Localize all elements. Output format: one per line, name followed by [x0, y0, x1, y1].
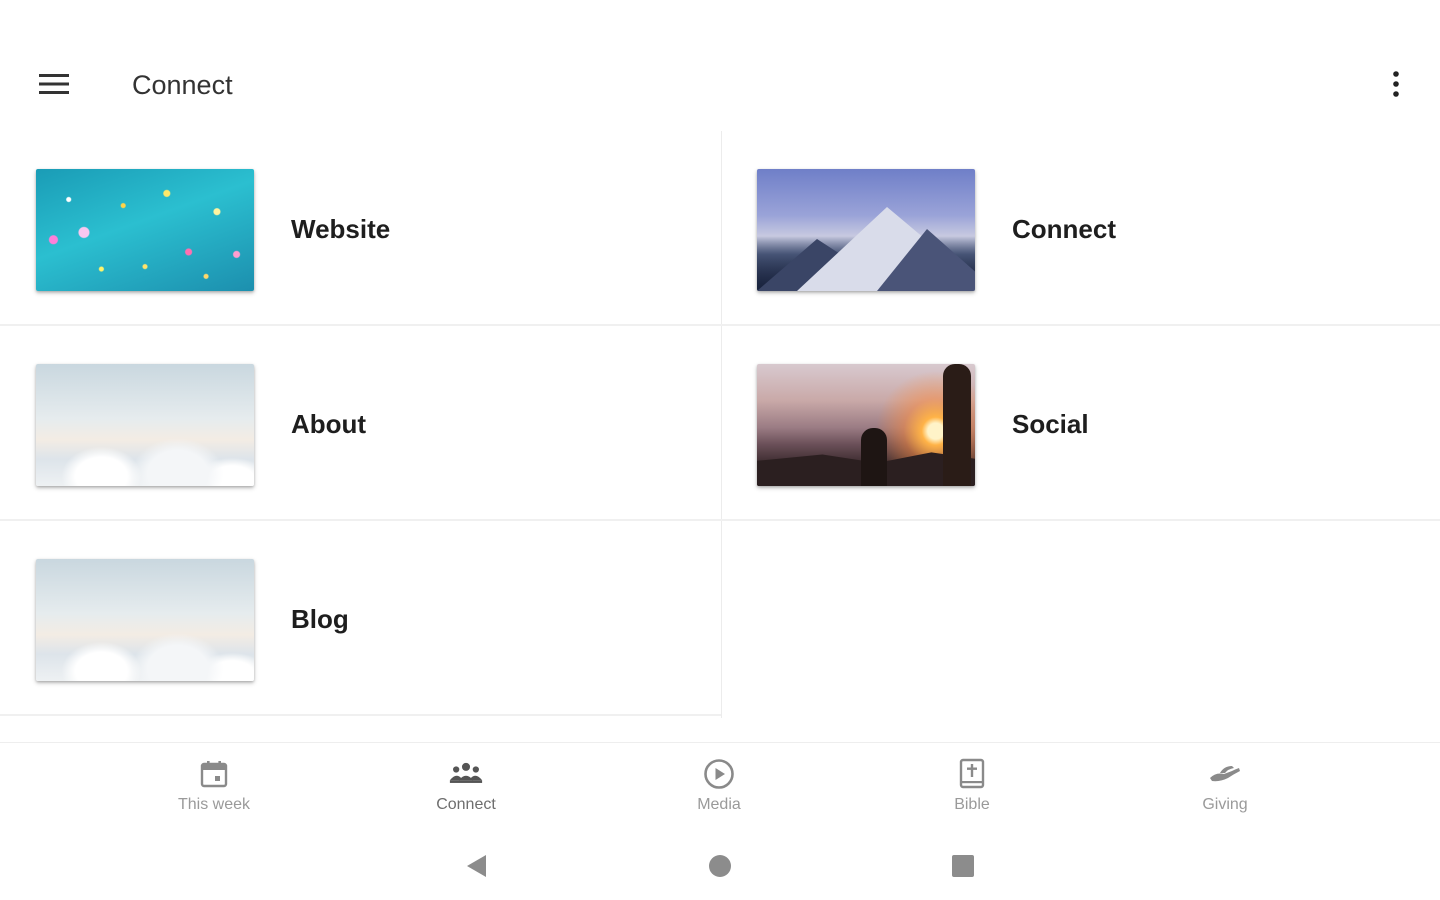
card-website[interactable]: Website — [0, 131, 721, 326]
recents-button[interactable] — [943, 848, 983, 884]
menu-button[interactable] — [26, 58, 82, 110]
bottom-navigation: This week Connect Media Bible Giving — [0, 743, 1440, 827]
sunset-hikers-image — [757, 364, 975, 486]
card-label: Connect — [1012, 214, 1116, 244]
home-button[interactable] — [700, 848, 740, 884]
card-blog[interactable]: Blog — [0, 521, 721, 716]
card-social[interactable]: Social — [721, 326, 1440, 521]
nav-this-week[interactable]: This week — [134, 757, 294, 823]
divider — [721, 519, 1440, 521]
nav-bible[interactable]: Bible — [892, 757, 1052, 823]
nav-label: Connect — [436, 796, 496, 813]
card-label: Website — [291, 214, 391, 244]
home-circle-icon — [709, 855, 731, 877]
confetti-teal-image — [36, 169, 254, 291]
nav-giving[interactable]: Giving — [1145, 757, 1305, 823]
nav-label: This week — [177, 796, 251, 813]
back-button[interactable] — [456, 848, 496, 884]
card-label: Blog — [291, 604, 349, 634]
giving-hand-icon — [1210, 766, 1240, 782]
card-label: Social — [1012, 409, 1089, 439]
snowy-mountain-image — [757, 169, 975, 291]
overflow-menu-button[interactable] — [1370, 58, 1422, 110]
nav-label: Media — [697, 796, 741, 813]
card-connect[interactable]: Connect — [721, 131, 1440, 326]
nav-label: Giving — [1202, 796, 1248, 813]
recents-square-icon — [952, 855, 974, 877]
bible-icon — [959, 758, 985, 789]
card-label: About — [291, 409, 367, 439]
clouds-image — [36, 559, 254, 681]
page-title: Connect — [132, 70, 233, 100]
play-circle-icon — [704, 759, 734, 789]
more-vertical-icon — [1393, 71, 1399, 97]
nav-label: Bible — [954, 796, 990, 813]
nav-connect[interactable]: Connect — [386, 757, 546, 823]
calendar-icon — [200, 761, 228, 788]
system-navigation-bar — [0, 830, 1440, 900]
clouds-image — [36, 364, 254, 486]
divider — [0, 714, 721, 716]
hamburger-menu-icon — [39, 74, 69, 94]
app-screen: Connect Website Connect About Social Blo… — [0, 0, 1440, 900]
nav-media[interactable]: Media — [639, 757, 799, 823]
top-app-bar: Connect — [0, 0, 1440, 130]
card-about[interactable]: About — [0, 326, 721, 521]
back-triangle-icon — [467, 855, 486, 877]
people-group-icon — [449, 762, 483, 783]
